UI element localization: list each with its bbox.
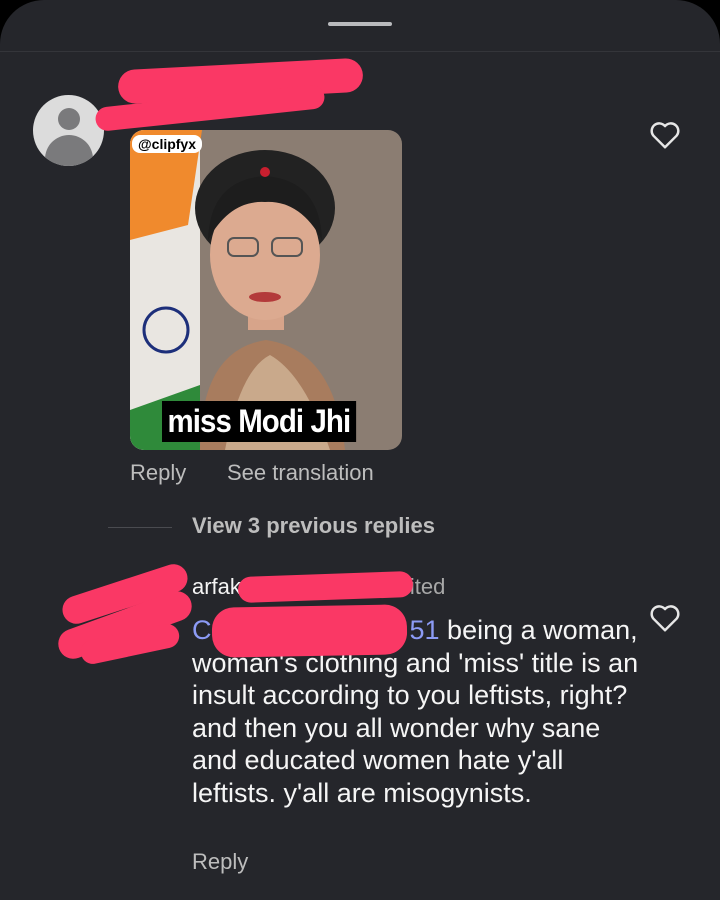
see-translation-button[interactable]: See translation	[227, 460, 374, 486]
view-previous-replies[interactable]: View 3 previous replies	[192, 513, 435, 539]
heart-icon[interactable]	[648, 603, 682, 633]
reply-button[interactable]: Reply	[130, 460, 186, 486]
comments-sheet: 1d @clipfyx miss Modi Jhi Reply See tran…	[0, 0, 720, 900]
mention-end[interactable]: 51	[410, 615, 440, 645]
redaction-mark	[211, 604, 408, 658]
mention-start[interactable]: C	[192, 615, 212, 645]
thread-line	[108, 527, 172, 528]
gif-source-tag: @clipfyx	[132, 135, 203, 153]
reply-username[interactable]: arfak	[192, 574, 241, 600]
gif-image[interactable]: @clipfyx miss Modi Jhi	[130, 130, 402, 450]
avatar[interactable]	[33, 95, 104, 166]
gif-caption: miss Modi Jhi	[162, 401, 356, 442]
header-divider	[0, 51, 720, 52]
heart-icon[interactable]	[648, 120, 682, 150]
avatar-body-icon	[45, 135, 93, 166]
avatar-head-icon	[58, 108, 80, 130]
reply-button[interactable]: Reply	[192, 849, 248, 875]
drag-handle[interactable]	[328, 22, 392, 26]
